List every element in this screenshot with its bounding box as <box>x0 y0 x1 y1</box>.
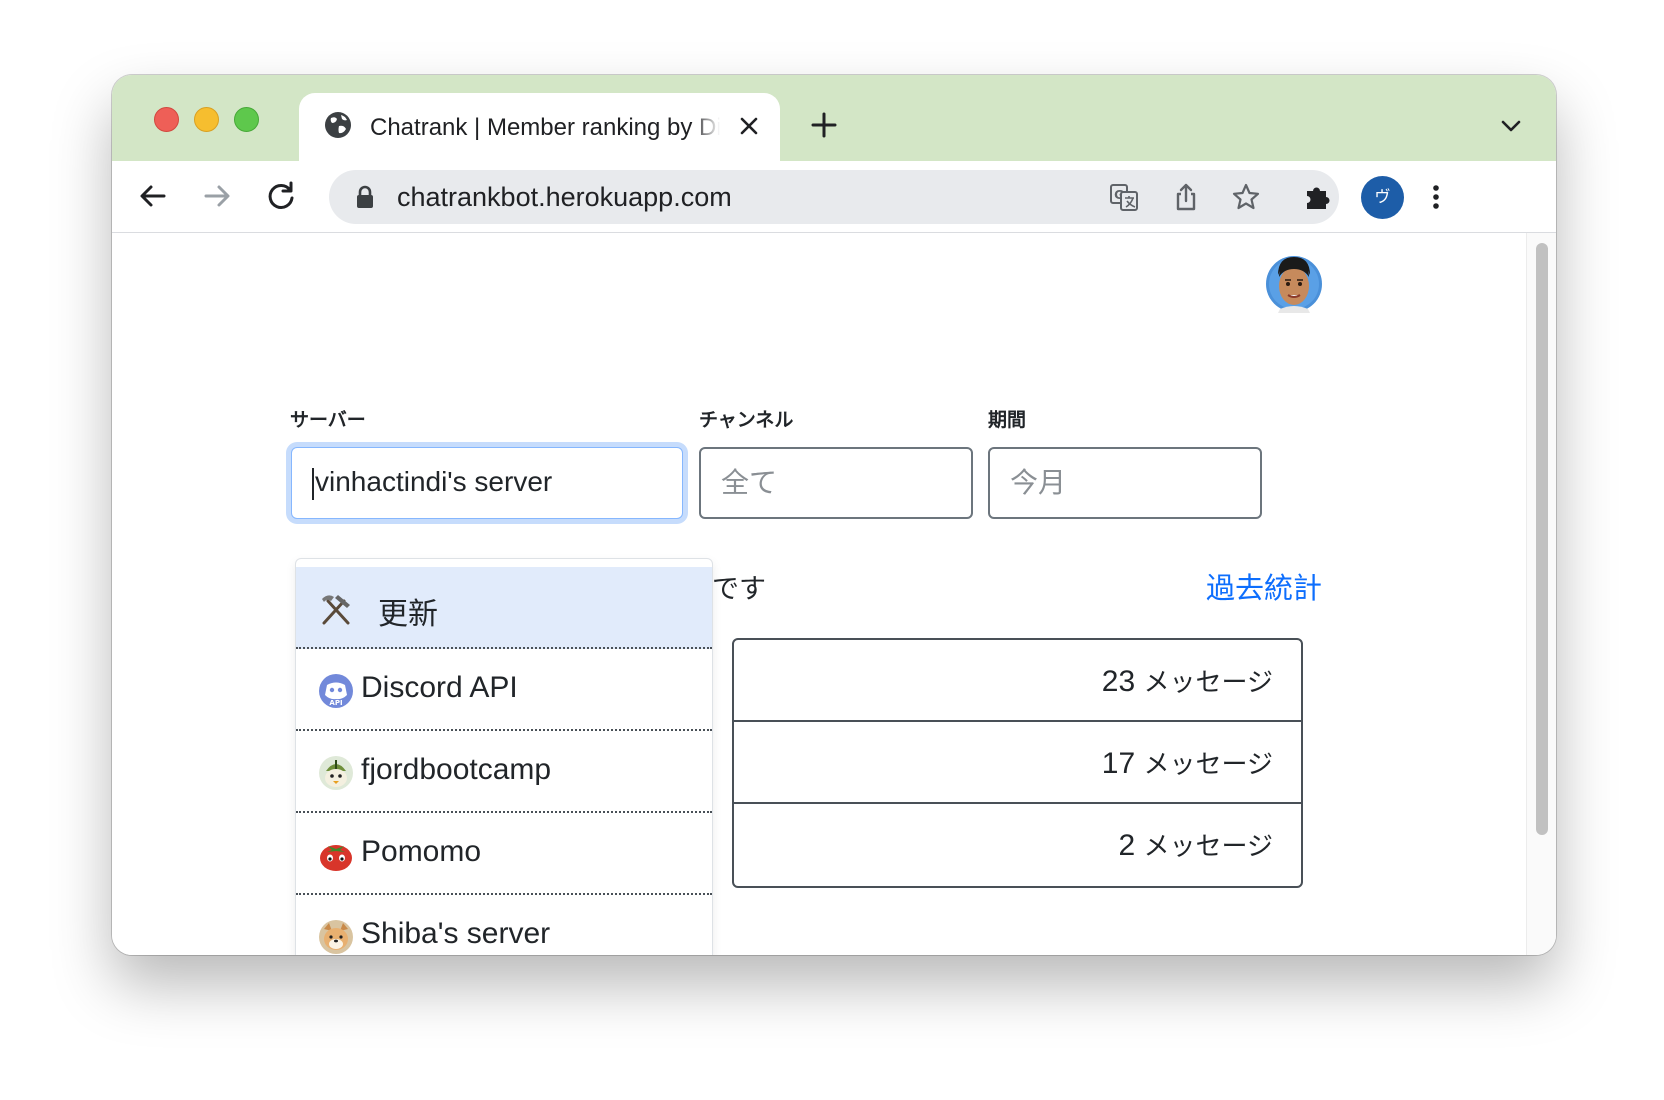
channel-select-placeholder: 全て <box>721 467 778 498</box>
server-label: サーバー <box>290 410 366 431</box>
tab-active[interactable]: Chatrank | Member ranking by Discord <box>299 93 780 161</box>
url-text: chatrankbot.herokuapp.com <box>397 182 732 212</box>
vertical-scrollbar[interactable] <box>1526 233 1556 955</box>
browser-window: Chatrank | Member ranking by Discord <box>112 75 1556 955</box>
past-stats-link[interactable]: 過去統計 <box>1206 565 1322 607</box>
message-count-number: 2 <box>1118 829 1136 862</box>
dropdown-item-label: Pomomo <box>361 835 482 868</box>
server-dropdown-list: 更新 API Discord API fjordbootcamp Pomomo … <box>295 558 713 955</box>
dropdown-item-discord-api[interactable]: API Discord API <box>296 649 712 731</box>
message-count-number: 23 <box>1101 665 1136 698</box>
close-window-button[interactable] <box>154 107 179 132</box>
dropdown-item-label: Shiba's server <box>361 917 551 950</box>
translate-icon[interactable]: G <box>1109 182 1139 212</box>
chevron-down-icon[interactable] <box>1498 113 1524 139</box>
close-tab-icon[interactable] <box>736 113 762 139</box>
ranking-table: 23 メッセージ 17 メッセージ 2 メッセージ <box>732 638 1303 888</box>
dropdown-item-label: Discord API <box>361 671 518 704</box>
profile-avatar[interactable]: ヴ <box>1361 176 1404 219</box>
ranking-row: 2 メッセージ <box>734 804 1301 886</box>
message-count-unit: メッセージ <box>1143 667 1273 697</box>
tomato-icon <box>320 845 352 871</box>
ranking-row: 23 メッセージ <box>734 640 1301 722</box>
reload-icon[interactable] <box>264 179 298 213</box>
globe-icon <box>325 112 351 138</box>
discord-api-icon: API <box>319 674 353 708</box>
forward-arrow-icon[interactable] <box>200 179 234 213</box>
message-count-number: 17 <box>1101 747 1136 780</box>
lock-icon[interactable] <box>355 185 375 209</box>
bookmark-star-icon[interactable] <box>1231 182 1261 212</box>
channel-label: チャンネル <box>699 410 794 431</box>
more-menu-icon[interactable] <box>1420 181 1452 213</box>
period-select[interactable]: 今月 <box>988 447 1262 519</box>
message-count: 17 メッセージ <box>1102 744 1273 781</box>
tab-strip: Chatrank | Member ranking by Discord <box>112 75 1556 161</box>
back-arrow-icon[interactable] <box>136 179 170 213</box>
period-select-placeholder: 今月 <box>1010 467 1067 498</box>
minimize-window-button[interactable] <box>194 107 219 132</box>
shiba-icon <box>319 920 353 954</box>
tab-title: Chatrank | Member ranking by Discord <box>370 114 720 141</box>
text-caret <box>312 467 314 500</box>
svg-text:API: API <box>329 699 342 707</box>
server-select-value: vinhactindi's server <box>315 466 553 497</box>
message-count: 2 メッセージ <box>1118 826 1273 863</box>
dropdown-item-pomomo[interactable]: Pomomo <box>296 813 712 895</box>
summary-text: です <box>712 574 766 604</box>
message-count: 23 メッセージ <box>1102 662 1273 699</box>
hammer-pick-icon <box>322 595 350 625</box>
new-tab-icon[interactable] <box>809 110 839 140</box>
message-count-unit: メッセージ <box>1143 749 1273 779</box>
zoom-window-button[interactable] <box>234 107 259 132</box>
share-icon[interactable] <box>1171 182 1201 212</box>
extensions-puzzle-icon[interactable] <box>1301 181 1333 213</box>
fjord-icon <box>319 756 353 790</box>
period-label: 期間 <box>988 410 1027 431</box>
server-select[interactable]: vinhactindi's server <box>291 447 683 519</box>
user-avatar-icon[interactable] <box>1264 253 1324 313</box>
page-content: サーバー チャンネル 期間 vinhactindi's server 全て 今月… <box>112 233 1556 955</box>
ranking-row: 17 メッセージ <box>734 722 1301 804</box>
dropdown-item-shiba-server[interactable]: Shiba's server <box>296 895 712 955</box>
dropdown-item-label: fjordbootcamp <box>361 753 552 786</box>
address-bar[interactable]: chatrankbot.herokuapp.com G <box>329 170 1339 224</box>
scrollbar-thumb[interactable] <box>1536 243 1548 835</box>
browser-toolbar: chatrankbot.herokuapp.com G ヴ <box>112 161 1556 233</box>
dropdown-item-refresh[interactable]: 更新 <box>296 567 712 649</box>
message-count-unit: メッセージ <box>1143 831 1273 861</box>
dropdown-item-fjordbootcamp[interactable]: fjordbootcamp <box>296 731 712 813</box>
channel-select[interactable]: 全て <box>699 447 973 519</box>
dropdown-item-label: 更新 <box>378 598 438 631</box>
